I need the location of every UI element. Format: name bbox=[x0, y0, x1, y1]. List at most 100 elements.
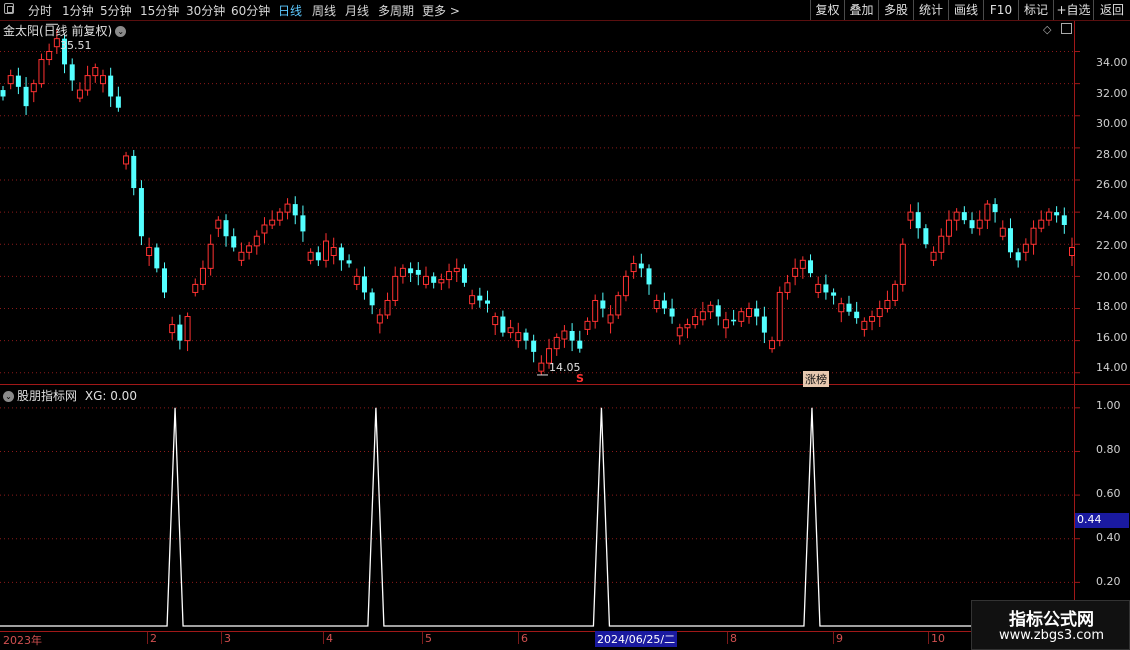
diamond-icon[interactable]: ◇ bbox=[1043, 23, 1051, 36]
candle-body bbox=[776, 291, 783, 342]
candle-body bbox=[361, 276, 367, 293]
candle-body bbox=[115, 96, 121, 108]
x-tick-label: 5 bbox=[425, 632, 432, 645]
candle-body bbox=[269, 219, 276, 226]
candle-body bbox=[761, 316, 767, 333]
candle-body bbox=[731, 319, 737, 322]
y-tick-label: 22.00 bbox=[1096, 239, 1128, 252]
candle-body bbox=[238, 251, 245, 261]
candle-body bbox=[7, 75, 14, 85]
candle-body bbox=[492, 316, 499, 326]
y-tick-label: 24.00 bbox=[1096, 209, 1128, 222]
candle-body bbox=[799, 259, 806, 269]
candle-body bbox=[754, 308, 760, 317]
x-tick-label: 10 bbox=[931, 632, 945, 645]
watermark-title: 指标公式网 bbox=[1009, 610, 1094, 630]
high-price-label: 35.51 bbox=[60, 39, 92, 52]
candle-body bbox=[569, 330, 575, 341]
x-tick bbox=[323, 632, 324, 644]
cursor-value-badge: 0.44 bbox=[1075, 513, 1129, 528]
candle-body bbox=[661, 300, 667, 309]
candle-body bbox=[945, 219, 952, 237]
candle-body bbox=[431, 276, 437, 283]
candle-body bbox=[215, 219, 222, 229]
candle-body bbox=[253, 235, 260, 247]
candle-body bbox=[561, 330, 568, 340]
candle-body bbox=[422, 275, 429, 285]
candle-body bbox=[500, 316, 506, 333]
candle-body bbox=[815, 283, 822, 293]
x-tick-label: 3 bbox=[224, 632, 231, 645]
candle-body bbox=[638, 263, 644, 269]
candle-body bbox=[76, 89, 83, 99]
candle-body bbox=[30, 83, 37, 93]
candle-body bbox=[899, 243, 906, 285]
candle-body bbox=[745, 308, 752, 318]
candle-body bbox=[231, 236, 237, 248]
candle-body bbox=[999, 227, 1006, 237]
candle-body bbox=[854, 311, 860, 319]
y-tick-label: 30.00 bbox=[1096, 117, 1128, 130]
candle-body bbox=[84, 75, 91, 91]
y-tick-label: 14.00 bbox=[1096, 361, 1128, 374]
candle-body bbox=[915, 212, 921, 229]
candle-body bbox=[1045, 211, 1052, 221]
candle-body bbox=[1030, 227, 1037, 245]
candle-body bbox=[199, 267, 206, 285]
x-tick bbox=[147, 632, 148, 644]
candle-body bbox=[669, 308, 675, 317]
x-tick bbox=[727, 632, 728, 644]
candle-body bbox=[1061, 215, 1067, 225]
candle-body bbox=[507, 327, 514, 334]
y-tick-label: 0.20 bbox=[1096, 575, 1121, 588]
candle-body bbox=[584, 320, 591, 330]
pane-toggle-icon[interactable] bbox=[1060, 23, 1072, 34]
candle-body bbox=[930, 251, 937, 261]
candle-body bbox=[969, 220, 975, 229]
candle-body bbox=[192, 283, 199, 293]
candle-body bbox=[953, 211, 960, 221]
candle-body bbox=[46, 51, 53, 61]
candle-body bbox=[892, 283, 899, 301]
candle-body bbox=[961, 212, 967, 221]
candle-body bbox=[330, 246, 337, 257]
candle-body bbox=[392, 275, 399, 301]
candle-body bbox=[553, 336, 560, 350]
candle-body bbox=[1069, 246, 1075, 257]
candle-body bbox=[169, 324, 176, 334]
candle-body bbox=[577, 340, 583, 349]
candle-body bbox=[646, 268, 652, 285]
candle-body bbox=[0, 90, 6, 97]
candle-body bbox=[938, 235, 945, 253]
candle-body bbox=[346, 260, 352, 264]
candle-body bbox=[784, 282, 791, 293]
candle-body bbox=[146, 246, 153, 257]
candle-body bbox=[108, 75, 114, 97]
chevron-down-icon[interactable]: ⌄ bbox=[115, 26, 127, 37]
pane-controls: ◇ bbox=[1043, 23, 1072, 36]
candle-body bbox=[446, 271, 453, 281]
candle-body bbox=[307, 251, 314, 261]
candle-body bbox=[38, 59, 45, 85]
x-tick-label: 2 bbox=[150, 632, 157, 645]
candle-body bbox=[162, 268, 168, 293]
candle-body bbox=[653, 299, 660, 310]
candle-body bbox=[715, 305, 721, 317]
candle-body bbox=[923, 228, 929, 245]
candle-body bbox=[461, 268, 467, 283]
candle-body bbox=[831, 292, 837, 296]
candle-body bbox=[453, 267, 460, 273]
y-tick-label: 20.00 bbox=[1096, 270, 1128, 283]
candle-body bbox=[684, 324, 691, 329]
candle-body bbox=[769, 340, 776, 350]
candle-body bbox=[154, 247, 160, 269]
x-tick bbox=[833, 632, 834, 644]
candle-body bbox=[323, 240, 330, 261]
x-tick-label: 9 bbox=[836, 632, 843, 645]
candle-body bbox=[184, 316, 191, 342]
candle-body bbox=[992, 204, 998, 213]
candle-body bbox=[984, 203, 991, 221]
y-tick-label: 0.80 bbox=[1096, 443, 1121, 456]
zhangbang-badge[interactable]: 涨榜 bbox=[803, 371, 829, 387]
chevron-down-icon[interactable]: ⌄ bbox=[3, 391, 14, 402]
